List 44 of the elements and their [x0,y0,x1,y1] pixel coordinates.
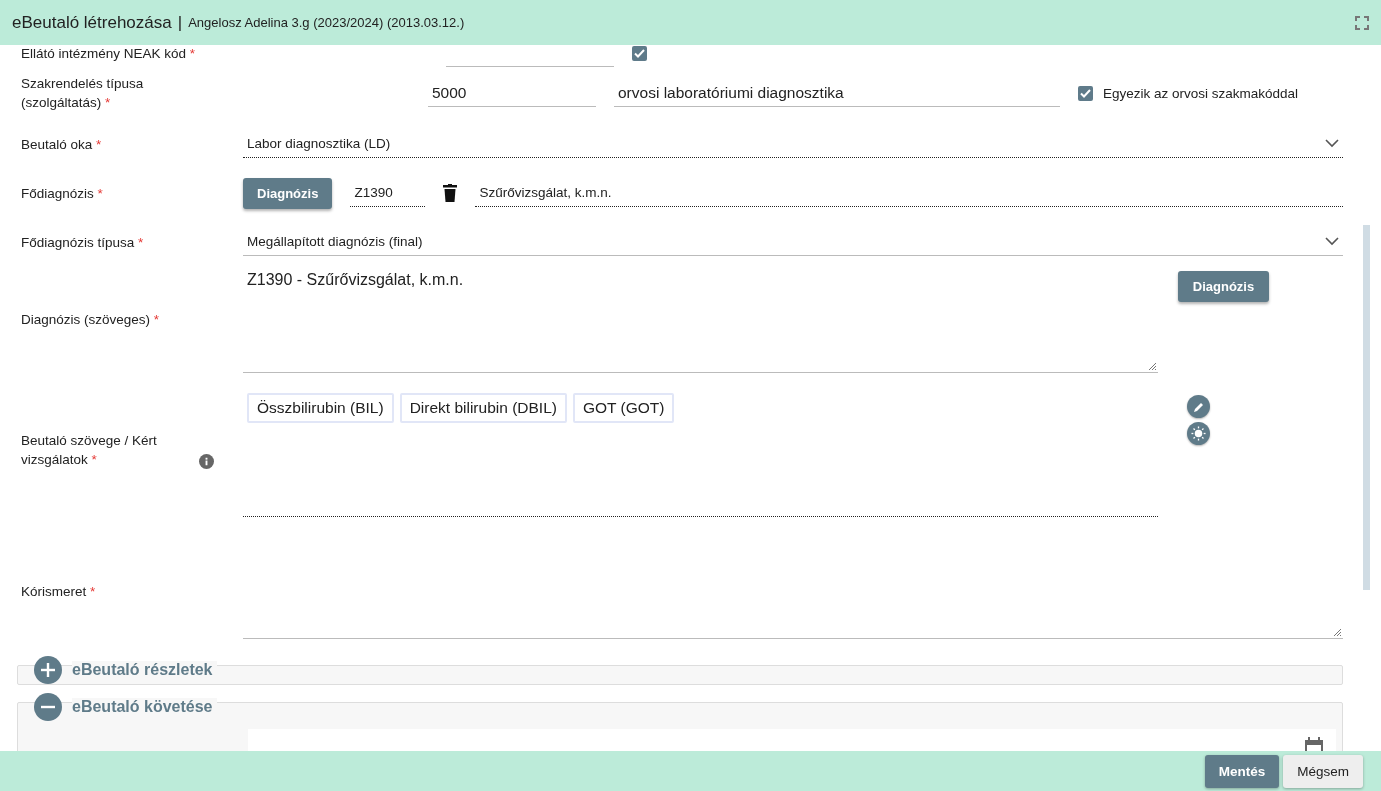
resize-handle-icon[interactable] [1333,628,1342,637]
pencil-button[interactable] [1187,395,1210,418]
field-label: Kórismeret * [21,582,96,601]
diagnosis-button[interactable]: Diagnózis [243,177,333,209]
sun-button[interactable] [1187,422,1210,445]
field-label: Fődiagnózis * [21,184,103,203]
plus-circle-icon[interactable] [34,656,62,684]
requested-tests-area[interactable]: Összbilirubin (BIL) Direkt bilirubin (DBIL) GOT (GOT) [243,383,1158,517]
service-code-field[interactable]: 5000 [428,79,596,107]
checkbox[interactable] [1078,85,1093,101]
cancel-button[interactable]: Mégsem [1283,754,1363,788]
service-name-field[interactable]: orvosi laboratóriumi diagnosztika [614,79,1060,107]
chevron-icon [1325,139,1339,148]
date-field[interactable] [248,729,1336,751]
pencil-icon [1192,400,1205,413]
diagnosis-textarea[interactable]: Z1390 - Szűrővizsgálat, k.m.n. [243,265,1158,373]
diagnosis-button[interactable]: Diagnózis [1178,271,1269,302]
test-chip[interactable]: Összbilirubin (BIL) [247,393,394,423]
field-label: Beutaló szövege / Kért vizsgálatok * [21,432,158,469]
scrollbar-thumb[interactable] [1363,225,1370,590]
info-icon [199,454,214,469]
chevron-icon [1325,237,1339,246]
checkbox-label: Egyezik az orvosi szakmakóddal [1103,85,1299,101]
field-label: Diagnózis (szöveges) * [21,310,160,329]
reason-select[interactable]: Labor diagnosztika (LD) [243,130,1343,158]
patient-subtitle: Angelosz Adelina 3.g (2023/2024) (2013.03.12.) [188,15,466,30]
test-chip[interactable]: GOT (GOT) [572,393,675,423]
resize-handle-icon[interactable] [1148,362,1157,371]
field-label: Fődiagnózis típusa * [21,233,144,252]
diagnosis-name-field[interactable]: Szűrővizsgálat, k.m.n. [475,179,1343,207]
checkbox[interactable] [632,45,647,61]
test-chip[interactable]: Direkt bilirubin (DBIL) [399,393,567,423]
sun-icon [1191,426,1206,441]
field-label: Ellátó intézmény NEAK kód * [21,45,196,63]
diagnosis-code-field[interactable]: Z1390 [350,179,426,207]
trash-icon[interactable] [443,184,458,202]
minus-circle-icon[interactable] [34,693,62,721]
diagnosis-type-select[interactable]: Megállapított diagnózis (final) [243,228,1343,256]
title-separator: | [177,12,183,33]
dialog-title: eBeutaló létrehozása [12,12,172,33]
field-label: Szakrendelés típusa (szolgáltatás) * [21,75,145,112]
fullscreen-icon[interactable] [1355,15,1369,30]
field-label: Beutaló oka * [21,135,102,154]
save-button[interactable]: Mentés [1204,754,1280,788]
